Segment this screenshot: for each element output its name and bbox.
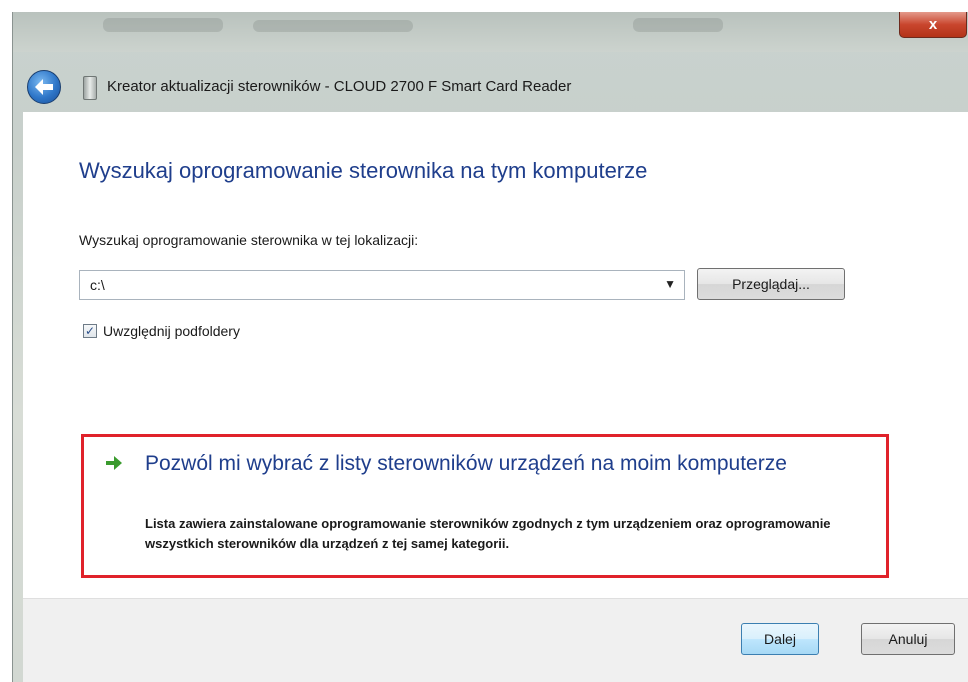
back-arrow-icon	[35, 79, 53, 95]
browse-button-label: Przeglądaj...	[732, 276, 810, 292]
close-icon: x	[928, 16, 938, 33]
location-combobox[interactable]: c:\ ▼	[79, 270, 685, 300]
cancel-button[interactable]: Anuluj	[861, 623, 955, 655]
include-subfolders-label[interactable]: Uwzględnij podfoldery	[103, 323, 240, 339]
pick-from-list-link-text[interactable]: Pozwól mi wybrać z listy sterowników urz…	[145, 452, 787, 475]
page-heading: Wyszukaj oprogramowanie sterownika na ty…	[79, 158, 648, 183]
blurred-background	[253, 20, 413, 32]
blurred-background	[103, 18, 223, 32]
device-icon	[83, 76, 97, 100]
checkmark-icon: ✓	[84, 324, 96, 338]
cancel-button-label: Anuluj	[888, 631, 928, 647]
include-subfolders-checkbox[interactable]: ✓	[83, 324, 97, 338]
wizard-window: x Kreator aktualizacji sterowników - CLO…	[12, 12, 968, 682]
blurred-background	[633, 18, 723, 32]
location-value: c:\	[90, 277, 105, 293]
title-bar: x	[13, 12, 968, 52]
window-title: Kreator aktualizacji sterowników - CLOUD…	[107, 78, 572, 95]
pick-from-list-description: Lista zawiera zainstalowane oprogramowan…	[145, 516, 831, 551]
location-label: Wyszukaj oprogramowanie sterownika w tej…	[79, 232, 419, 248]
back-button[interactable]	[27, 70, 61, 104]
pick-from-list-link[interactable]: Pozwól mi wybrać z listy sterowników urz…	[145, 448, 835, 480]
next-button[interactable]: Dalej	[741, 623, 819, 655]
include-subfolders-row[interactable]: ✓ Uwzględnij podfoldery	[83, 322, 240, 340]
next-button-label: Dalej	[764, 631, 796, 647]
wizard-content: Wyszukaj oprogramowanie sterownika na ty…	[23, 112, 968, 598]
wizard-footer: Dalej Anuluj	[23, 598, 968, 682]
wizard-header: Kreator aktualizacji sterowników - CLOUD…	[13, 58, 968, 112]
browse-button[interactable]: Przeglądaj...	[697, 268, 845, 300]
green-arrow-icon	[106, 456, 122, 470]
dropdown-arrow-icon[interactable]: ▼	[664, 277, 676, 291]
close-button[interactable]: x	[899, 12, 967, 38]
